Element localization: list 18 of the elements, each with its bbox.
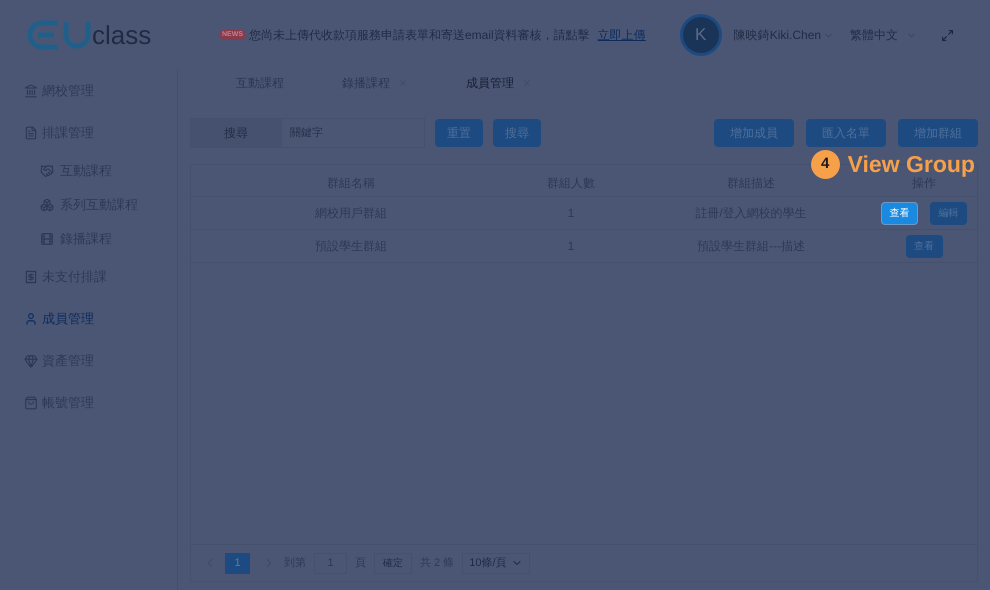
bag-icon — [24, 396, 38, 410]
handshake-icon — [40, 164, 54, 178]
page-button[interactable]: 1 — [225, 552, 250, 574]
avatar[interactable]: K — [680, 14, 722, 56]
diamond-icon — [24, 354, 38, 368]
cubes-icon — [40, 198, 54, 212]
document-icon — [24, 126, 38, 140]
receipt-icon — [24, 270, 38, 284]
bank-icon — [24, 84, 38, 98]
sidebar-item[interactable]: 成員管理 — [42, 309, 94, 329]
person-icon — [24, 312, 38, 326]
step-badge: 4 — [810, 150, 840, 179]
tab[interactable]: 成員管理 — [442, 70, 556, 96]
fullscreen-icon[interactable] — [941, 28, 954, 42]
upload-link[interactable]: 立即上傳 — [598, 26, 646, 44]
view-button[interactable]: 查看 — [881, 202, 918, 224]
film-icon — [40, 232, 54, 246]
annotation-label: View Group — [848, 150, 975, 177]
